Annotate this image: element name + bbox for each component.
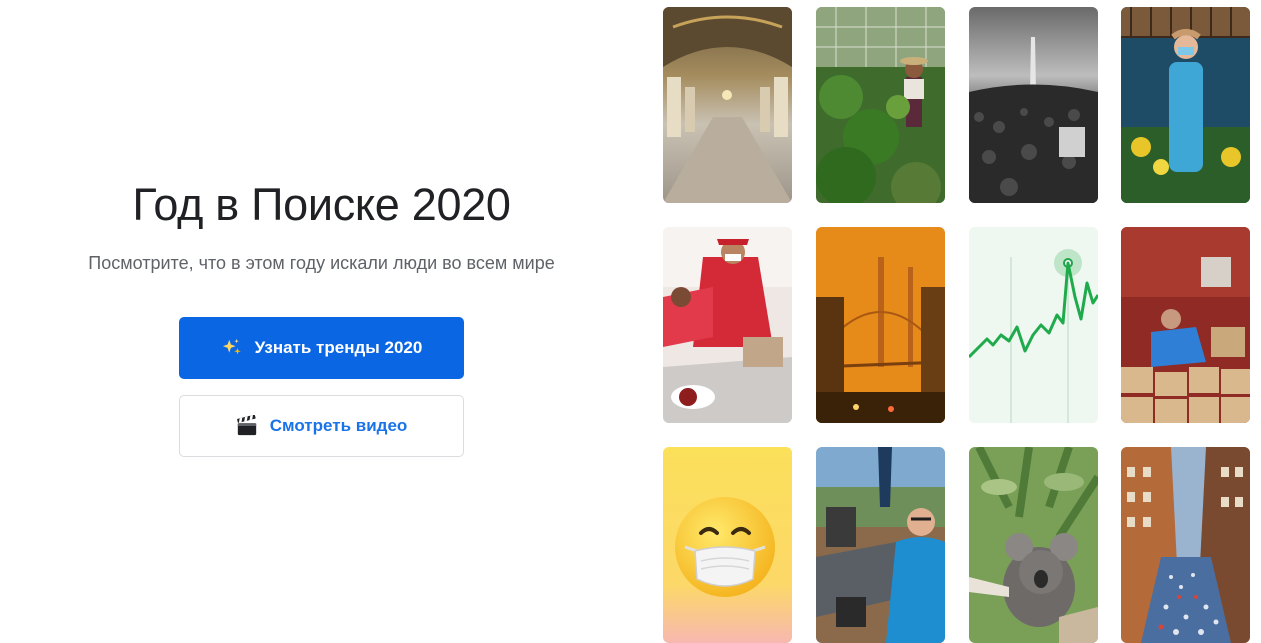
- trend-line-chart[interactable]: [969, 227, 1098, 423]
- orange-sky-bridge-photo[interactable]: [816, 227, 945, 423]
- food-distribution-photo[interactable]: [663, 227, 792, 423]
- masked-health-worker-photo[interactable]: [1121, 7, 1250, 203]
- koala-rescue-photo[interactable]: [969, 447, 1098, 643]
- hall-of-mirrors-photo[interactable]: [663, 7, 792, 203]
- garden-harvest-photo[interactable]: [816, 7, 945, 203]
- watch-video-label: Смотреть видео: [269, 416, 408, 435]
- volunteer-packing-boxes-photo[interactable]: [1121, 227, 1250, 423]
- washington-protest-photo[interactable]: [969, 7, 1098, 203]
- page-title: Год в Поиске 2020: [132, 179, 511, 230]
- explore-trends-label: Узнать тренды 2020: [254, 338, 423, 357]
- clapperboard-icon: [236, 414, 258, 437]
- explore-trends-button[interactable]: Узнать тренды 2020: [179, 317, 464, 379]
- sparkles-icon: [221, 337, 243, 359]
- patio-video-call-photo[interactable]: [816, 447, 945, 643]
- watch-video-button[interactable]: Смотреть видео: [179, 395, 464, 457]
- hero-section: Год в Поиске 2020 Посмотрите, что в этом…: [0, 0, 640, 618]
- city-street-crowd-photo[interactable]: [1121, 447, 1250, 643]
- page-subtitle: Посмотрите, что в этом году искали люди …: [88, 253, 555, 273]
- masked-emoji-tile[interactable]: [663, 447, 792, 643]
